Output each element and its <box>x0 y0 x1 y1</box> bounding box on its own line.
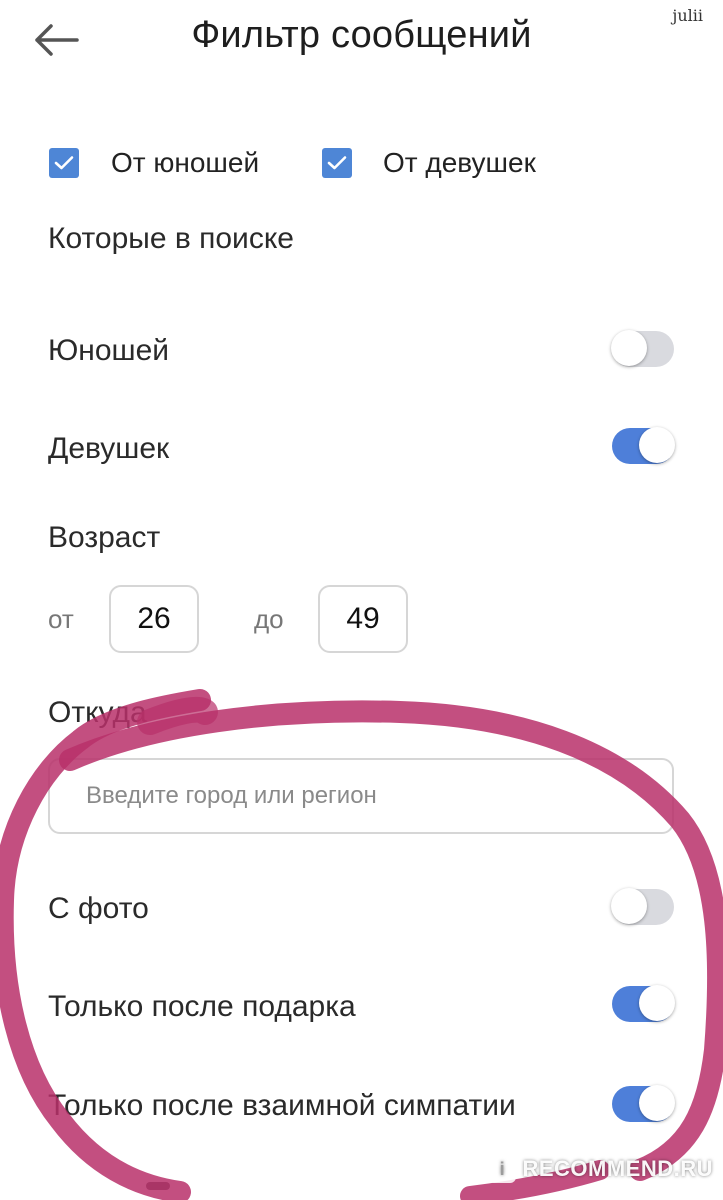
age-to-prefix: до <box>254 604 284 634</box>
city-input[interactable]: Введите город или регион <box>48 758 674 834</box>
searching-boys-label: Юношей <box>48 334 170 367</box>
toggle-knob <box>611 888 647 924</box>
watermark-username: julii <box>672 6 703 25</box>
page-title: Фильтр сообщений <box>191 14 532 56</box>
toggle-knob <box>639 985 675 1021</box>
toggle-knob <box>639 427 675 463</box>
searching-boys-toggle[interactable] <box>611 330 674 367</box>
checkbox-from-boys-label[interactable]: От юношей <box>111 147 259 179</box>
recommend-logo-icon: i <box>488 1155 517 1183</box>
checkbox-from-girls-label[interactable]: От девушек <box>383 147 536 179</box>
toggle-knob <box>611 330 647 366</box>
location-section-title: Откуда <box>48 696 147 729</box>
checkbox-from-girls[interactable] <box>322 148 352 178</box>
recommend-watermark-text: RECOMMEND.RU <box>522 1156 713 1181</box>
after-gift-toggle[interactable] <box>612 985 675 1022</box>
searching-girls-toggle[interactable] <box>612 427 675 464</box>
after-gift-label: Только после подарка <box>48 990 356 1023</box>
age-section-title: Возраст <box>48 521 161 554</box>
checkmark-icon <box>327 156 347 170</box>
age-to-input[interactable]: 49 <box>318 585 408 653</box>
searching-girls-label: Девушек <box>48 432 170 465</box>
checkbox-from-boys[interactable] <box>49 148 79 178</box>
recommend-watermark: i RECOMMEND.RU <box>488 1152 713 1186</box>
age-from-input[interactable]: 26 <box>109 585 199 653</box>
age-from-prefix: от <box>48 604 74 634</box>
with-photo-label: С фото <box>48 892 149 925</box>
after-mutual-label: Только после взаимной симпатии <box>48 1089 516 1122</box>
searching-section-title: Которые в поиске <box>48 222 294 255</box>
with-photo-toggle[interactable] <box>611 888 674 925</box>
after-mutual-toggle[interactable] <box>612 1085 675 1122</box>
toggle-knob <box>639 1085 675 1121</box>
bottom-indicator <box>146 1182 170 1190</box>
checkmark-icon <box>54 156 74 170</box>
